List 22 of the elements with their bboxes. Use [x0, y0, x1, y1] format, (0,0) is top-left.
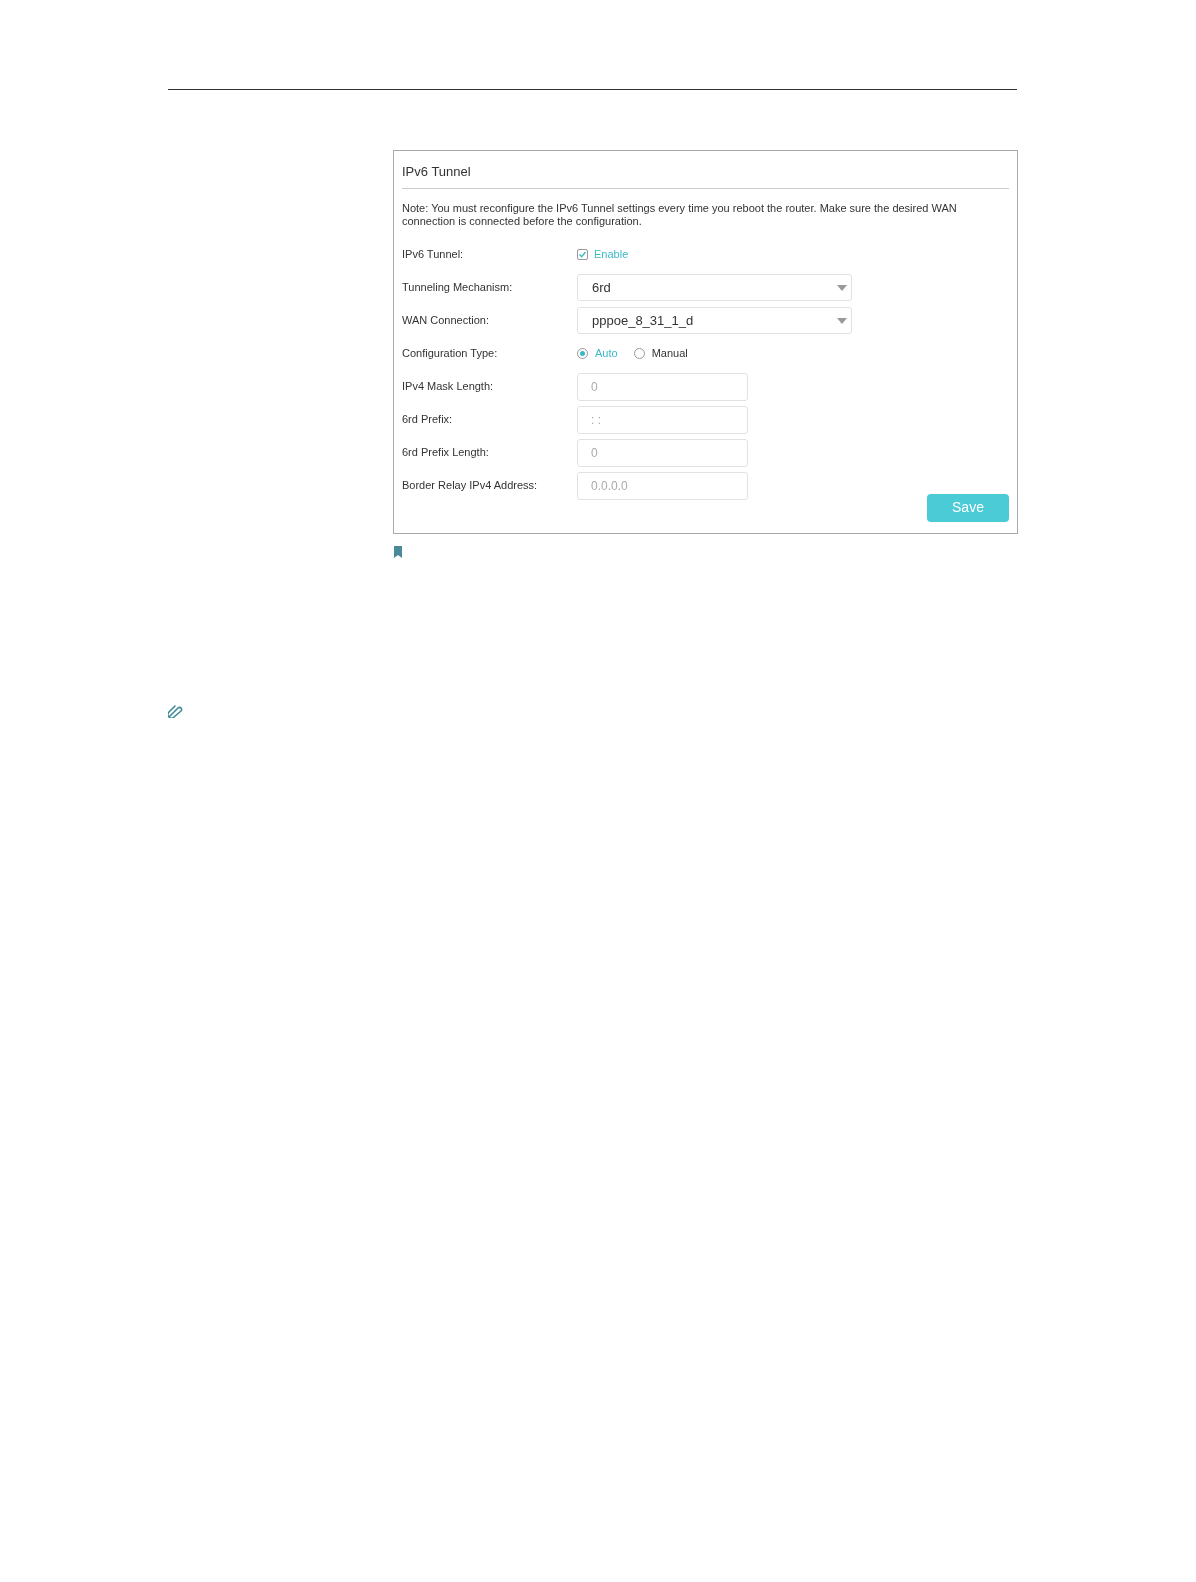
paperclip-icon [168, 705, 183, 718]
input-field[interactable]: 0.0.0.0 [577, 471, 748, 500]
field-label: WAN Connection: [402, 313, 491, 329]
caret-icon [837, 284, 847, 291]
dropdown[interactable]: 6rd [577, 274, 852, 301]
note-text: Note: You must reconfigure the IPv6 Tunnel settings every time you reboot the router. Make sure the desired WAN connection is connected before the configuration. [402, 201, 958, 228]
bookmark-icon [394, 546, 402, 558]
field-label: IPv4 Mask Length: [402, 379, 495, 395]
field-label: Tunneling Mechanism: [402, 280, 514, 296]
field-label: IPv6 Tunnel: [402, 247, 465, 263]
panel-title: IPv6 Tunnel [402, 162, 1009, 189]
field-label: Border Relay IPv4 Address: [402, 478, 539, 494]
input-field[interactable]: 0 [577, 372, 748, 401]
radio-label[interactable]: Manual [651, 345, 688, 362]
input-field[interactable]: 0 [577, 438, 748, 467]
field-label: 6rd Prefix Length: [402, 445, 490, 461]
field-label: Configuration Type: [402, 346, 499, 362]
input-field[interactable]: : : [577, 405, 748, 434]
field-label: 6rd Prefix: [402, 412, 454, 428]
checkbox[interactable] [577, 249, 588, 260]
dropdown[interactable]: pppoe_8_31_1_d [577, 307, 852, 334]
caret-icon [837, 317, 847, 324]
